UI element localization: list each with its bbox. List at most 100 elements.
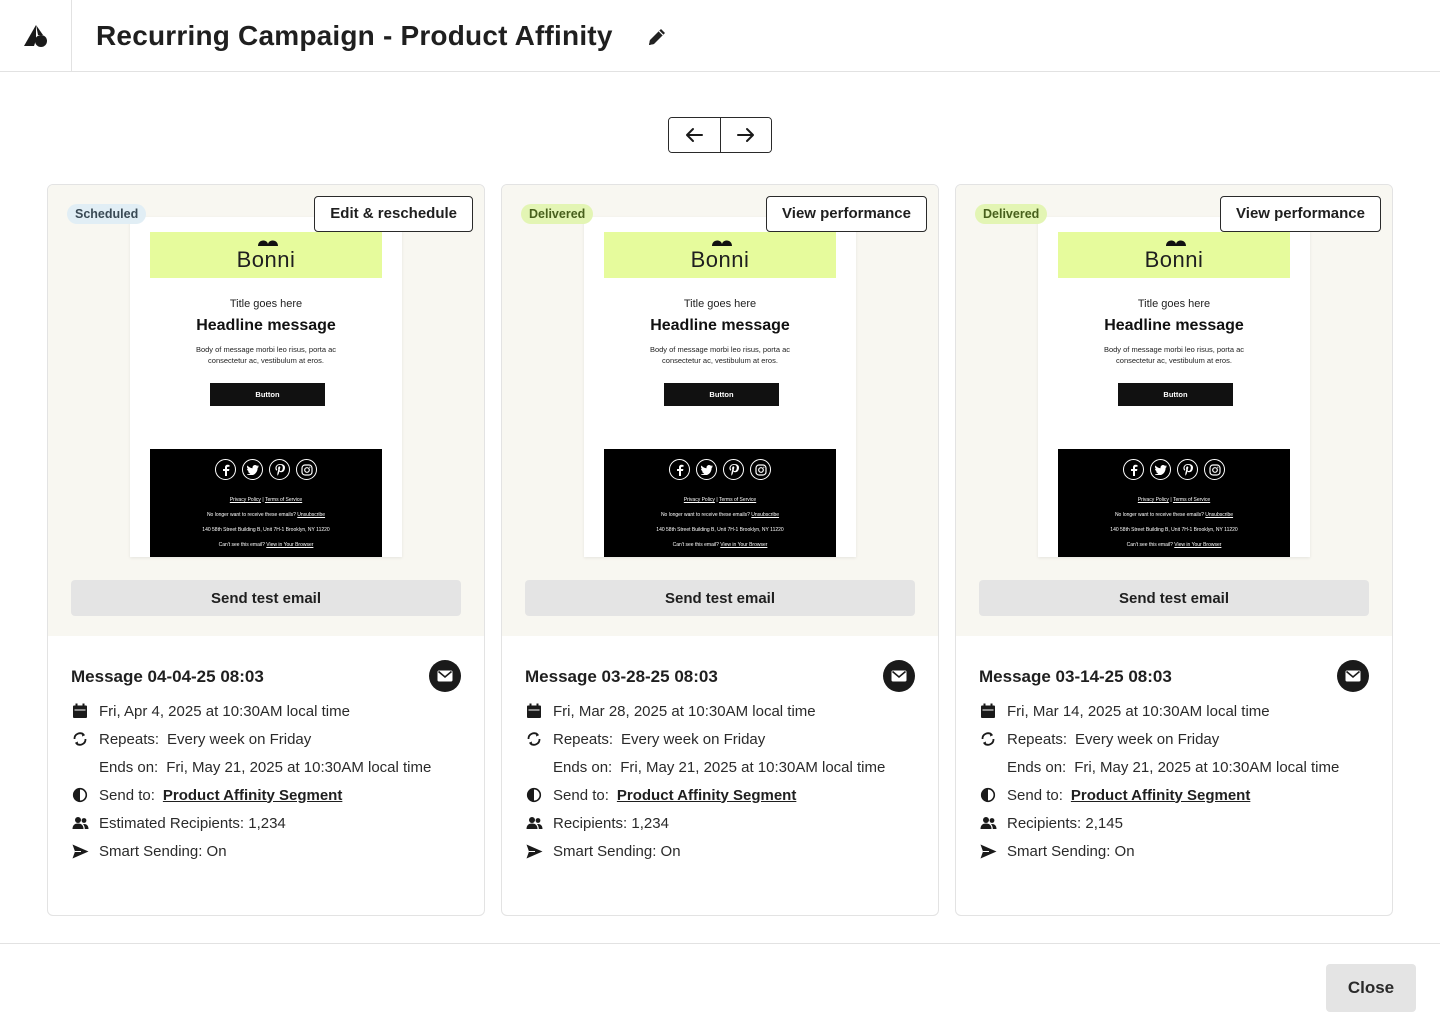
email-browser-view: Can't see this email? View in Your Brows… (150, 542, 382, 549)
smart-sending-row: Smart Sending: On (71, 841, 227, 861)
email-address: 140 58th Street Building B, Unit 7H-1 Br… (202, 527, 330, 533)
email-title: Title goes here (229, 298, 303, 310)
repeats-row: Repeats: Every week on Friday (71, 729, 311, 749)
ends-value: Fri, May 21, 2025 at 10:30AM local time (1074, 758, 1340, 776)
send-date: Fri, Mar 14, 2025 at 10:30AM local time (1007, 702, 1270, 720)
next-button[interactable] (719, 118, 771, 152)
unsubscribe-text: No longer want to receive these emails? (1114, 512, 1204, 518)
ends-row: Ends on: Fri, May 21, 2025 at 10:30AM lo… (99, 757, 431, 777)
privacy-link: Privacy Policy (229, 497, 261, 503)
terms-link: Terms of Service (1172, 497, 1211, 503)
facebook-icon (669, 459, 690, 480)
email-unsubscribe: No longer want to receive these emails? … (150, 512, 382, 519)
browser-link: View in Your Browser (1174, 542, 1222, 548)
terms-link: Terms of Service (718, 497, 757, 503)
send-to-row: Send to: Product Affinity Segment (525, 785, 796, 805)
send-to-label: Send to: (1007, 786, 1063, 804)
message-title: Message 04-04-25 08:03 (71, 667, 264, 686)
send-date: Fri, Mar 28, 2025 at 10:30AM local time (553, 702, 816, 720)
ends-value: Fri, May 21, 2025 at 10:30AM local time (166, 758, 432, 776)
email-unsubscribe: No longer want to receive these emails? … (1058, 512, 1290, 519)
email-browser-view: Can't see this email? View in Your Brows… (604, 542, 836, 549)
send-to-row: Send to: Product Affinity Segment (71, 785, 342, 805)
calendar-icon (71, 702, 89, 720)
send-to-row: Send to: Product Affinity Segment (979, 785, 1250, 805)
email-legal-links: Privacy Policy | Terms of Service (150, 497, 382, 504)
smart-sending-value: Smart Sending: On (99, 842, 227, 860)
send-date: Fri, Apr 4, 2025 at 10:30AM local time (99, 702, 350, 720)
unsubscribe-text: No longer want to receive these emails? (206, 512, 296, 518)
pinterest-icon (269, 459, 290, 480)
arrow-right-icon (736, 128, 754, 142)
app-logo[interactable] (0, 0, 72, 72)
email-preview[interactable]: Bonni Title goes here Headline message B… (1038, 217, 1310, 557)
message-card: Bonni Title goes here Headline message B… (955, 184, 1393, 916)
email-browser-view: Can't see this email? View in Your Brows… (1058, 542, 1290, 549)
view-performance-button[interactable]: View performance (1220, 196, 1381, 232)
smart-sending-row: Smart Sending: On (525, 841, 681, 861)
unsubscribe-link: Unsubscribe (297, 512, 326, 518)
ends-value: Fri, May 21, 2025 at 10:30AM local time (620, 758, 886, 776)
repeat-icon (979, 730, 997, 748)
brand-mark-icon (258, 240, 278, 246)
email-footer: Privacy Policy | Terms of Service No lon… (604, 449, 836, 557)
twitter-icon (242, 459, 263, 480)
send-icon (525, 842, 543, 860)
send-test-email-button[interactable]: Send test email (525, 580, 915, 616)
send-test-email-button[interactable]: Send test email (979, 580, 1369, 616)
repeats-value: Every week on Friday (621, 730, 766, 748)
email-footer: Privacy Policy | Terms of Service No lon… (1058, 449, 1290, 557)
email-brand: Bonni (1144, 247, 1204, 272)
email-body: Body of message morbi leo risus, porta a… (195, 345, 337, 365)
smart-sending-value: Smart Sending: On (553, 842, 681, 860)
terms-link: Terms of Service (264, 497, 303, 503)
email-preview[interactable]: Bonni Title goes here Headline message B… (584, 217, 856, 557)
segment-link[interactable]: Product Affinity Segment (163, 787, 342, 804)
email-legal-links: Privacy Policy | Terms of Service (604, 497, 836, 504)
email-body: Body of message morbi leo risus, porta a… (1103, 345, 1245, 365)
smart-sending-value: Smart Sending: On (1007, 842, 1135, 860)
card-pager (668, 117, 772, 153)
close-button[interactable]: Close (1326, 964, 1416, 1012)
users-icon (71, 814, 89, 832)
privacy-link: Privacy Policy (1137, 497, 1169, 503)
card-preview-area: Bonni Title goes here Headline message B… (956, 185, 1392, 636)
repeat-icon (525, 730, 543, 748)
status-badge: Delivered (521, 204, 594, 224)
pinterest-icon (1177, 459, 1198, 480)
pencil-icon[interactable] (646, 26, 668, 48)
previous-button[interactable] (669, 118, 720, 152)
send-to-label: Send to: (99, 786, 155, 804)
link-separator: | (1170, 497, 1172, 503)
email-channel-icon (429, 660, 461, 692)
arrow-left-icon (686, 128, 704, 142)
segment-icon (71, 786, 89, 804)
edit-reschedule-button[interactable]: Edit & reschedule (314, 196, 473, 232)
recipients-row: Recipients: 1,234 (525, 813, 669, 833)
email-preview[interactable]: Bonni Title goes here Headline message B… (130, 217, 402, 557)
view-performance-button[interactable]: View performance (766, 196, 927, 232)
repeats-label: Repeats: (99, 730, 160, 748)
send-icon (71, 842, 89, 860)
browser-text: Can't see this email? (672, 542, 719, 548)
email-header: Bonni (150, 232, 382, 278)
status-badge: Scheduled (67, 204, 147, 224)
email-header: Bonni (604, 232, 836, 278)
privacy-link: Privacy Policy (683, 497, 715, 503)
email-channel-icon (1337, 660, 1369, 692)
message-card: Bonni Title goes here Headline message B… (501, 184, 939, 916)
link-separator: | (716, 497, 718, 503)
segment-link[interactable]: Product Affinity Segment (617, 787, 796, 804)
instagram-icon (296, 459, 317, 480)
recipients-value: Estimated Recipients: 1,234 (99, 814, 286, 832)
instagram-icon (1204, 459, 1225, 480)
calendar-icon (525, 702, 543, 720)
send-to-label: Send to: (553, 786, 609, 804)
repeats-value: Every week on Friday (167, 730, 312, 748)
link-separator: | (262, 497, 264, 503)
status-badge: Delivered (975, 204, 1048, 224)
send-test-email-button[interactable]: Send test email (71, 580, 461, 616)
segment-link[interactable]: Product Affinity Segment (1071, 787, 1250, 804)
email-channel-icon (883, 660, 915, 692)
email-title: Title goes here (1137, 298, 1211, 310)
